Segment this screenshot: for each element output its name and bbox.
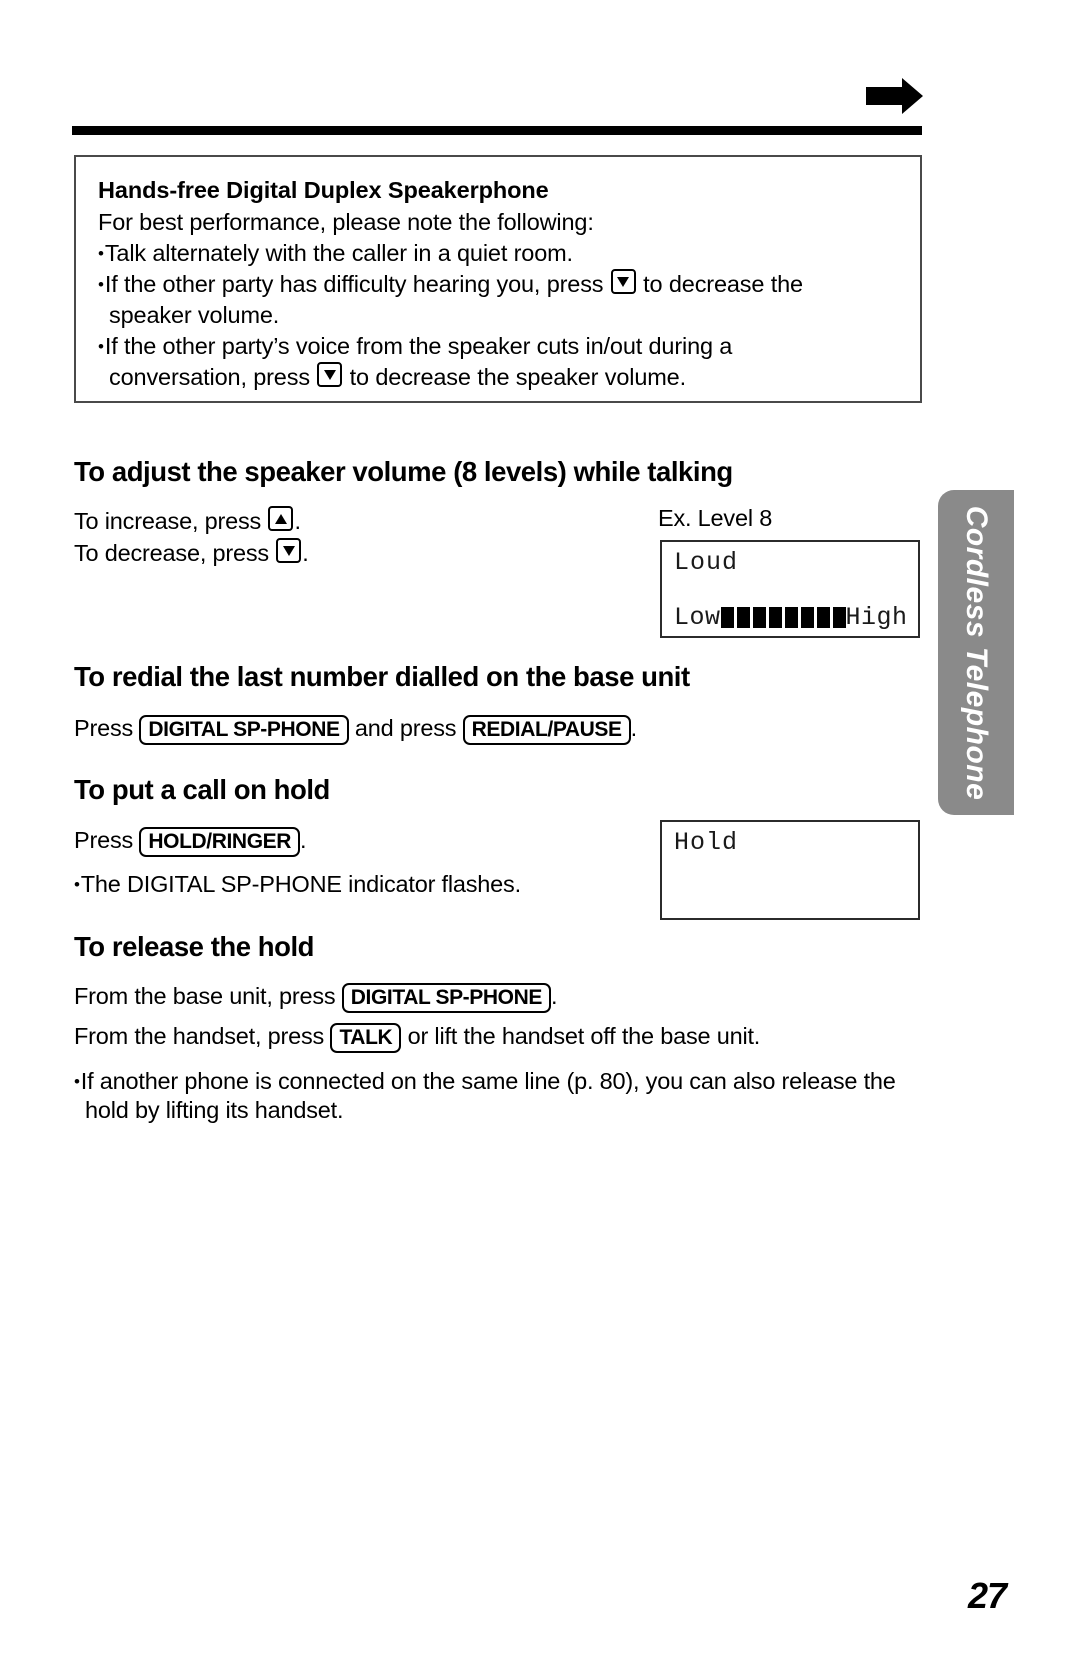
release-line1-after: .	[550, 983, 558, 1009]
heading-release-the-hold: To release the hold	[74, 931, 315, 962]
lcd-volume-bar-segment	[720, 607, 734, 628]
hold-bullet-text: The DIGITAL SP-PHONE indicator flashes.	[80, 871, 521, 897]
lcd-volume-level-row: Low High	[674, 603, 908, 632]
redial-middle-label: and press	[348, 715, 463, 741]
release-bullet-line2: hold by lifting its handset.	[85, 1097, 344, 1123]
release-line2-before: From the handset, press	[74, 1023, 331, 1049]
release-line1-before: From the base unit, press	[74, 983, 342, 1009]
hold-end-label: .	[300, 827, 307, 853]
lcd-volume-bar-segment	[784, 607, 798, 628]
bullet-marker	[74, 1068, 81, 1094]
speakerphone-notice-box: Hands-free Digital Duplex Speakerphone F…	[74, 155, 922, 403]
volume-decrease-line: To decrease, press .	[74, 537, 309, 569]
lcd-hold-display: Hold	[660, 820, 920, 920]
volume-increase-text-after: .	[294, 508, 301, 534]
lcd-volume-low-label: Low	[674, 603, 721, 632]
right-arrow-icon	[866, 76, 924, 116]
button-talk[interactable]: TALK	[330, 1023, 402, 1053]
redial-press-label: Press	[74, 715, 140, 741]
notice-bullet-3-cont-after: to decrease the speaker volume.	[343, 364, 686, 390]
page-number: 27	[967, 1575, 1007, 1616]
down-arrow-key-icon	[317, 362, 343, 387]
volume-decrease-text-after: .	[302, 540, 309, 566]
redial-instruction-line: Press DIGITAL SP-PHONE and press REDIAL/…	[74, 712, 637, 745]
notice-intro: For best performance, please note the fo…	[98, 209, 594, 235]
down-arrow-key-icon	[610, 269, 636, 294]
notice-bullet-3-cont-before: conversation, press	[109, 364, 317, 390]
hold-press-label: Press	[74, 827, 140, 853]
notice-bullet-3-continuation: conversation, press to decrease the spea…	[98, 362, 898, 393]
notice-bullet-1: Talk alternately with the caller in a qu…	[98, 238, 898, 269]
lcd-volume-bar-segment	[752, 607, 766, 628]
side-tab-label: Cordless Telephone	[960, 505, 993, 800]
notice-bullet-2-text-before: If the other party has difficulty hearin…	[104, 271, 610, 297]
notice-bullet-1-text: Talk alternately with the caller in a qu…	[104, 240, 573, 266]
lcd-volume-display: Loud Low High	[660, 540, 920, 638]
volume-decrease-text-before: To decrease, press	[74, 540, 276, 566]
notice-bullet-2-text-after: to decrease the	[636, 271, 803, 297]
lcd-volume-bar-segment	[832, 607, 846, 628]
heading-put-call-on-hold: To put a call on hold	[74, 774, 330, 805]
volume-increase-text-before: To increase, press	[74, 508, 268, 534]
lcd-volume-top-text: Loud	[674, 548, 739, 577]
lcd-volume-bar-segment	[800, 607, 814, 628]
volume-example-caption: Ex. Level 8	[658, 505, 773, 531]
bullet-marker	[98, 271, 105, 297]
release-line2-after: or lift the handset off the base unit.	[401, 1023, 761, 1049]
down-arrow-key-icon	[276, 538, 302, 563]
heading-redial-last-number: To redial the last number dialled on the…	[74, 661, 690, 692]
hold-bullet-note: The DIGITAL SP-PHONE indicator flashes.	[74, 868, 521, 901]
button-digital-sp-phone[interactable]: DIGITAL SP-PHONE	[139, 715, 349, 745]
notice-bullet-2-continuation: speaker volume.	[109, 302, 280, 328]
hold-instruction-line: Press HOLD/RINGER.	[74, 824, 307, 857]
notice-bullet-3-text-before: If the other party’s voice from the spea…	[104, 333, 733, 359]
lcd-volume-bar-segment	[736, 607, 750, 628]
button-hold-ringer[interactable]: HOLD/RINGER	[139, 827, 301, 857]
lcd-volume-bar-segment	[816, 607, 830, 628]
notice-bullet-2: If the other party has difficulty hearin…	[98, 269, 898, 331]
lcd-volume-bar-meter	[720, 607, 846, 628]
redial-end-label: .	[630, 715, 638, 741]
bullet-marker	[98, 333, 105, 359]
side-tab-cordless-telephone: Cordless Telephone	[938, 490, 1014, 815]
lcd-volume-bar-segment	[768, 607, 782, 628]
button-digital-sp-phone[interactable]: DIGITAL SP-PHONE	[341, 983, 551, 1013]
release-handset-line: From the handset, press TALK or lift the…	[74, 1020, 760, 1053]
notice-bullet-3: If the other party’s voice from the spea…	[98, 331, 898, 393]
notice-title: Hands-free Digital Duplex Speakerphone	[98, 177, 549, 203]
up-arrow-key-icon	[268, 506, 294, 531]
lcd-volume-high-label: High	[845, 603, 908, 632]
bullet-marker	[74, 871, 81, 897]
header-rule	[72, 126, 922, 135]
bullet-marker	[98, 240, 105, 266]
volume-increase-line: To increase, press .	[74, 505, 301, 537]
release-bullet-text-1: If another phone is connected on the sam…	[80, 1068, 896, 1094]
lcd-hold-top-text: Hold	[674, 828, 739, 857]
button-redial-pause[interactable]: REDIAL/PAUSE	[462, 715, 631, 745]
heading-adjust-speaker-volume: To adjust the speaker volume (8 levels) …	[74, 456, 733, 487]
release-base-unit-line: From the base unit, press DIGITAL SP-PHO…	[74, 980, 558, 1013]
